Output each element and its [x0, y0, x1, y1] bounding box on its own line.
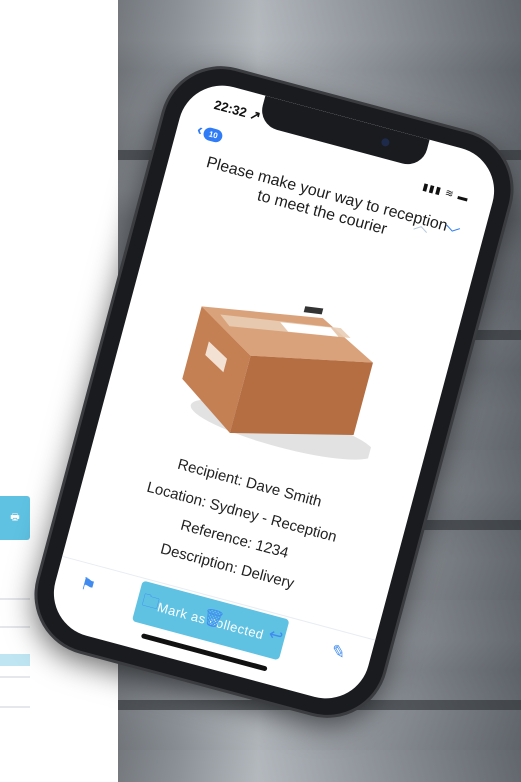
- camera-icon: [380, 137, 391, 148]
- trash-icon[interactable]: 🗑: [200, 606, 227, 633]
- background-divider: [0, 706, 30, 708]
- chevron-left-icon: ‹: [195, 121, 205, 140]
- background-highlight-row: [0, 654, 30, 666]
- package-box-illustration: [182, 306, 375, 460]
- background-divider: [0, 676, 30, 678]
- compose-icon[interactable]: ✎: [325, 639, 352, 666]
- back-button[interactable]: ‹ 10: [195, 121, 225, 145]
- printer-icon: 🖶: [10, 511, 20, 523]
- status-icons: ▮▮▮ ≋ ▬: [421, 181, 470, 205]
- background-print-button[interactable]: 🖶: [0, 496, 30, 540]
- status-time: 22:32 ↗: [212, 97, 263, 124]
- message-title: Please make your way to reception to mee…: [179, 148, 471, 260]
- barcode: [303, 306, 324, 315]
- unread-count-badge: 10: [202, 125, 225, 144]
- reply-icon[interactable]: ↩: [262, 622, 289, 649]
- background-divider: [0, 598, 30, 600]
- flag-icon[interactable]: ⚑: [75, 572, 102, 599]
- folder-icon[interactable]: 🗀: [137, 589, 164, 616]
